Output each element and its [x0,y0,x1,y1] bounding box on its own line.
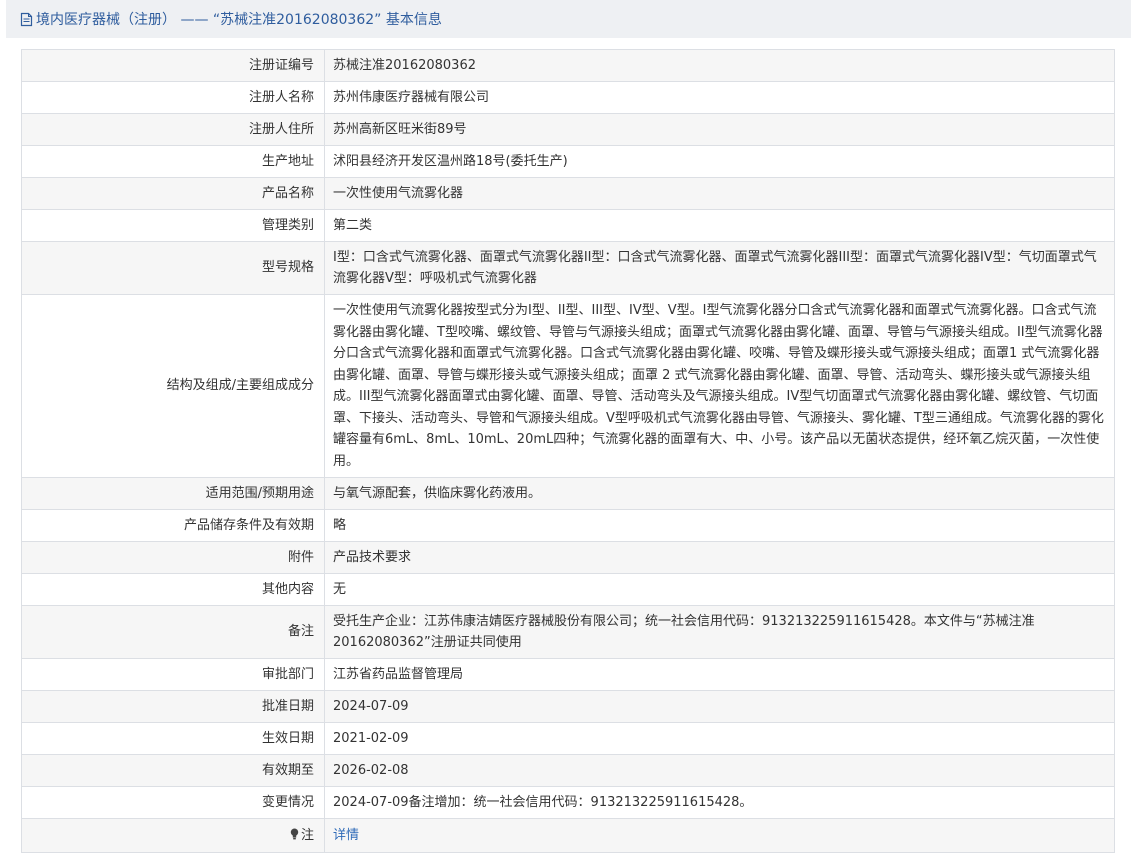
table-row: 其他内容 无 [21,573,1115,606]
row-label: 附件 [21,541,325,574]
row-value: 2024-07-09 [324,690,1115,723]
table-row: 批准日期 2024-07-09 [21,690,1115,723]
detail-link[interactable]: 详情 [333,828,359,843]
row-value: 受托生产企业：江苏伟康洁婧医疗器械股份有限公司；统一社会信用代码：9132132… [324,605,1115,659]
table-row: 附件 产品技术要求 [21,541,1115,574]
row-value: 略 [324,509,1115,542]
document-icon [20,12,33,26]
table-row: 产品名称 一次性使用气流雾化器 [21,177,1115,210]
row-value: I型：口含式气流雾化器、面罩式气流雾化器II型：口含式气流雾化器、面罩式气流雾化… [324,241,1115,295]
row-label: 生效日期 [21,722,325,755]
row-value: 无 [324,573,1115,606]
row-label: 注册证编号 [21,49,325,82]
note-label-cell: 注 [21,818,325,853]
row-value: 与氧气源配套，供临床雾化药液用。 [324,477,1115,510]
note-value: 详情 [324,818,1115,853]
lightbulb-icon [290,828,299,840]
row-label: 变更情况 [21,786,325,819]
table-row: 适用范围/预期用途 与氧气源配套，供临床雾化药液用。 [21,477,1115,510]
row-value: 2021-02-09 [324,722,1115,755]
page: 境内医疗器械（注册） —— “苏械注准20162080362” 基本信息 注册证… [0,0,1139,856]
table-row: 结构及组成/主要组成成分 一次性使用气流雾化器按型式分为I型、II型、III型、… [21,294,1115,478]
row-value: 沭阳县经济开发区温州路18号(委托生产) [324,145,1115,178]
row-value: 苏州高新区旺米街89号 [324,113,1115,146]
row-value: 江苏省药品监督管理局 [324,658,1115,691]
row-label: 型号规格 [21,241,325,295]
table-row: 注册人名称 苏州伟康医疗器械有限公司 [21,81,1115,114]
row-label: 结构及组成/主要组成成分 [21,294,325,478]
table-row: 注册证编号 苏械注准20162080362 [21,49,1115,82]
row-label: 批准日期 [21,690,325,723]
row-label: 备注 [21,605,325,659]
table-row: 有效期至 2026-02-08 [21,754,1115,787]
row-label: 审批部门 [21,658,325,691]
table-row: 注册人住所 苏州高新区旺米街89号 [21,113,1115,146]
table-row: 备注 受托生产企业：江苏伟康洁婧医疗器械股份有限公司；统一社会信用代码：9132… [21,605,1115,659]
row-label: 注册人名称 [21,81,325,114]
table-row: 型号规格 I型：口含式气流雾化器、面罩式气流雾化器II型：口含式气流雾化器、面罩… [21,241,1115,295]
table-row: 生产地址 沭阳县经济开发区温州路18号(委托生产) [21,145,1115,178]
table-row: 管理类别 第二类 [21,209,1115,242]
table-row: 产品储存条件及有效期 略 [21,509,1115,542]
table-row: 生效日期 2021-02-09 [21,722,1115,755]
table-row: 审批部门 江苏省药品监督管理局 [21,658,1115,691]
registration-info-table: 注册证编号 苏械注准20162080362 注册人名称 苏州伟康医疗器械有限公司… [21,49,1115,853]
row-label: 生产地址 [21,145,325,178]
row-label: 注册人住所 [21,113,325,146]
row-label: 产品储存条件及有效期 [21,509,325,542]
row-label: 管理类别 [21,209,325,242]
row-value: 产品技术要求 [324,541,1115,574]
row-label: 产品名称 [21,177,325,210]
note-label: 注 [300,827,314,843]
row-value: 第二类 [324,209,1115,242]
row-value: 一次性使用气流雾化器按型式分为I型、II型、III型、IV型、Ⅴ型。I型气流雾化… [324,294,1115,478]
row-label: 有效期至 [21,754,325,787]
row-label: 其他内容 [21,573,325,606]
table-row: 变更情况 2024-07-09备注增加：统一社会信用代码：91321322591… [21,786,1115,819]
page-title-bar: 境内医疗器械（注册） —— “苏械注准20162080362” 基本信息 [6,0,1131,38]
note-row: 注 详情 [21,818,1115,853]
row-value: 2024-07-09备注增加：统一社会信用代码：9132132259116154… [324,786,1115,819]
page-title: 境内医疗器械（注册） —— “苏械注准20162080362” 基本信息 [36,12,442,28]
row-value: 2026-02-08 [324,754,1115,787]
row-label: 适用范围/预期用途 [21,477,325,510]
row-value: 苏州伟康医疗器械有限公司 [324,81,1115,114]
row-value: 苏械注准20162080362 [324,49,1115,82]
row-value: 一次性使用气流雾化器 [324,177,1115,210]
